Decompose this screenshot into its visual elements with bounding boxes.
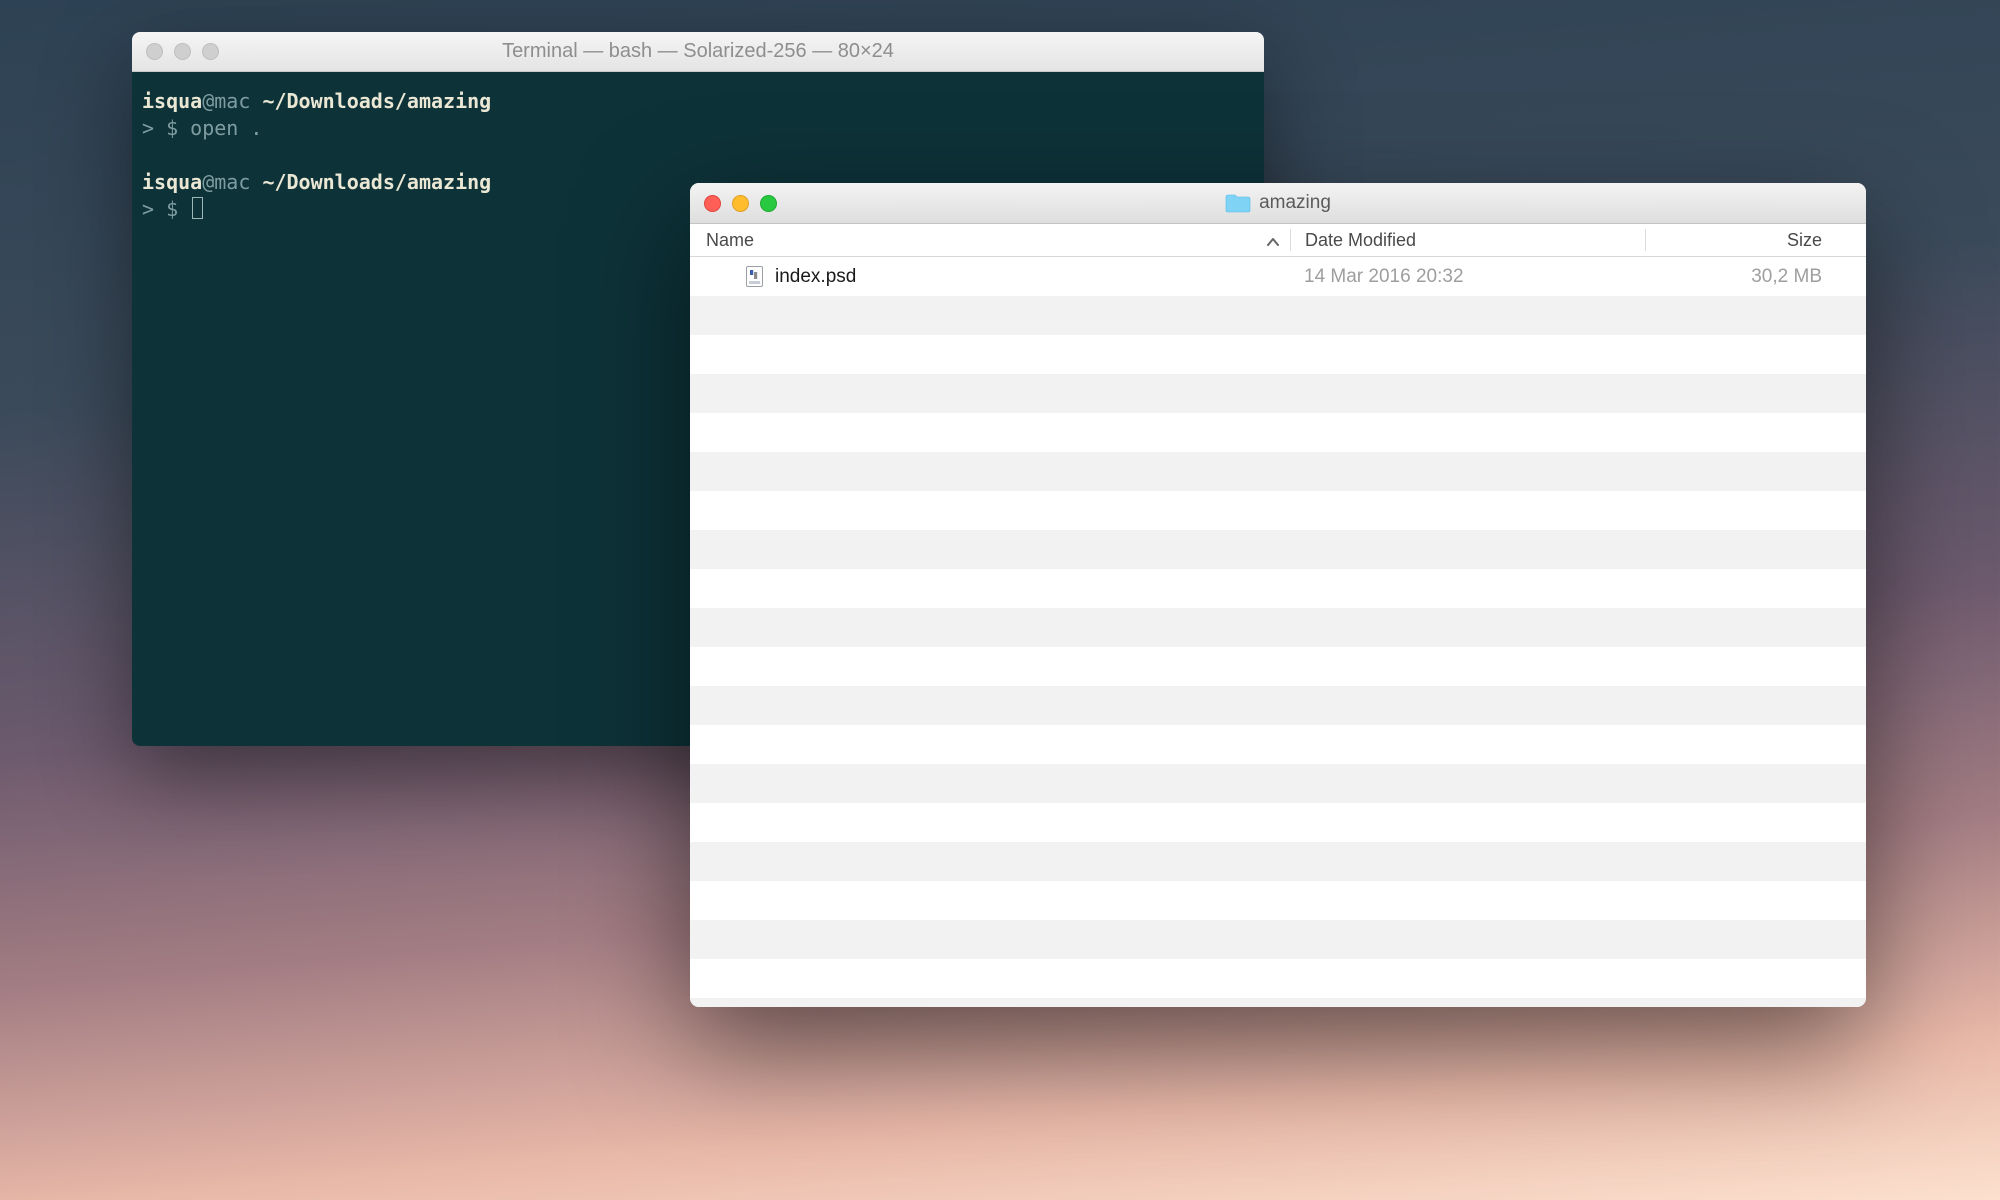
table-row	[690, 842, 1866, 881]
terminal-blank-line	[142, 142, 1254, 169]
chevron-up-icon	[1266, 233, 1280, 247]
column-header-date[interactable]: Date Modified	[1291, 230, 1645, 251]
table-row	[690, 608, 1866, 647]
prompt-symbol: > $	[142, 197, 190, 221]
prompt-user: isqua	[142, 170, 202, 194]
table-row	[690, 530, 1866, 569]
prompt-path: ~/Downloads/amazing	[262, 170, 491, 194]
finder-title-wrap: amazing	[690, 192, 1866, 214]
prompt-symbol: > $	[142, 116, 190, 140]
column-size-label: Size	[1787, 230, 1822, 250]
table-row	[690, 452, 1866, 491]
prompt-user: isqua	[142, 89, 202, 113]
finder-titlebar[interactable]: amazing	[690, 183, 1866, 224]
table-row	[690, 647, 1866, 686]
file-size-cell: 30,2 MB	[1644, 266, 1866, 288]
zoom-icon[interactable]	[202, 43, 219, 60]
column-header-name[interactable]: Name	[690, 230, 1290, 251]
table-row	[690, 569, 1866, 608]
cursor-icon	[192, 197, 203, 219]
table-row	[690, 335, 1866, 374]
table-row	[690, 920, 1866, 959]
prompt-command: open .	[190, 116, 262, 140]
table-row	[690, 764, 1866, 803]
table-row	[690, 959, 1866, 998]
table-row	[690, 296, 1866, 335]
table-row	[690, 725, 1866, 764]
table-row	[690, 686, 1866, 725]
close-icon[interactable]	[704, 195, 721, 212]
file-name-cell: index.psd	[690, 266, 1290, 288]
table-row	[690, 803, 1866, 842]
finder-traffic-lights	[704, 195, 777, 212]
psd-file-icon	[746, 266, 763, 287]
column-date-label: Date Modified	[1305, 230, 1416, 250]
folder-icon	[1225, 193, 1251, 213]
finder-window: amazing Name Date Modified Size	[690, 183, 1866, 1007]
terminal-line: > $ open .	[142, 115, 1254, 142]
prompt-path: ~/Downloads/amazing	[262, 89, 491, 113]
minimize-icon[interactable]	[174, 43, 191, 60]
table-row	[690, 413, 1866, 452]
terminal-traffic-lights	[146, 43, 219, 60]
prompt-host: @mac	[202, 89, 262, 113]
table-row	[690, 881, 1866, 920]
prompt-host: @mac	[202, 170, 262, 194]
minimize-icon[interactable]	[732, 195, 749, 212]
finder-column-headers: Name Date Modified Size	[690, 224, 1866, 257]
table-row	[690, 374, 1866, 413]
zoom-icon[interactable]	[760, 195, 777, 212]
file-name: index.psd	[775, 266, 856, 288]
table-row	[690, 491, 1866, 530]
terminal-titlebar[interactable]: Terminal — bash — Solarized-256 — 80×24	[132, 32, 1264, 72]
table-row	[690, 998, 1866, 1007]
finder-title: amazing	[1259, 192, 1331, 214]
column-header-size[interactable]: Size	[1646, 230, 1866, 251]
close-icon[interactable]	[146, 43, 163, 60]
finder-file-list[interactable]: index.psd 14 Mar 2016 20:32 30,2 MB	[690, 257, 1866, 1007]
terminal-line: isqua@mac ~/Downloads/amazing	[142, 88, 1254, 115]
column-name-label: Name	[706, 230, 754, 251]
table-row[interactable]: index.psd 14 Mar 2016 20:32 30,2 MB	[690, 257, 1866, 296]
terminal-title: Terminal — bash — Solarized-256 — 80×24	[132, 40, 1264, 63]
file-date-cell: 14 Mar 2016 20:32	[1290, 266, 1644, 288]
